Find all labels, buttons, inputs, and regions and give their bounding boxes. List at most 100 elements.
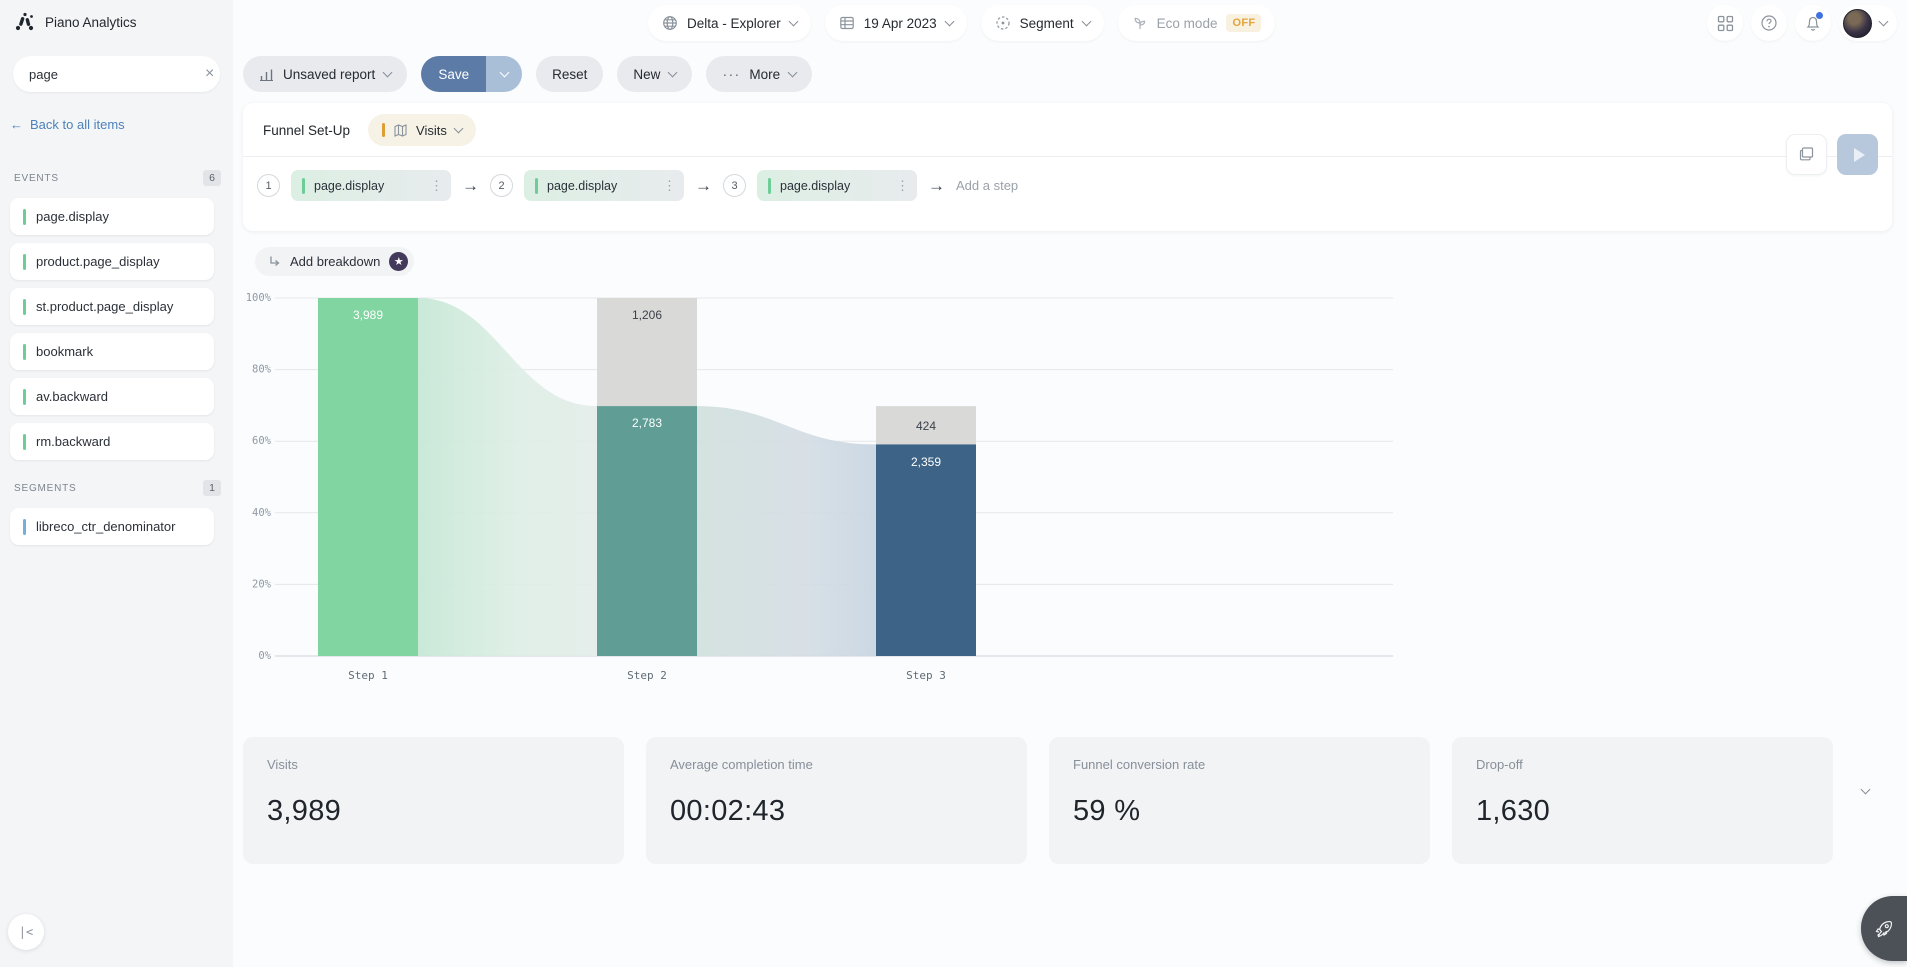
target-icon (995, 15, 1011, 31)
user-menu[interactable] (1839, 5, 1897, 41)
x-axis-labels: Step 1 Step 2 Step 3 (348, 669, 946, 682)
sidebar-event-item[interactable]: av.backward (10, 378, 214, 415)
y-tick: 20% (252, 578, 272, 590)
event-label: av.backward (36, 389, 109, 404)
segment-selector[interactable]: Segment (980, 5, 1104, 41)
kpi-expand-chevron-icon[interactable] (1860, 784, 1871, 795)
kpi-label: Funnel conversion rate (1073, 757, 1206, 772)
sidebar-segment-item[interactable]: libreco_ctr_denominator (10, 508, 214, 545)
app-logo-row: Piano Analytics (14, 11, 137, 33)
ellipsis-icon: ··· (722, 65, 741, 83)
report-toolbar: Unsaved report Save Reset New ··· More (243, 56, 813, 92)
arrow-right-icon: → (695, 175, 712, 195)
header-context-pills: Delta - Explorer 19 Apr 2023 Segment Eco… (648, 5, 1276, 41)
clear-search-icon[interactable]: × (205, 66, 214, 82)
site-selector-label: Delta - Explorer (687, 15, 781, 31)
sidebar-event-item[interactable]: rm.backward (10, 423, 214, 460)
whats-new-rocket-button[interactable] (1861, 896, 1907, 961)
kpi-label: Average completion time (670, 757, 813, 772)
back-to-all-items-link[interactable]: ← Back to all items (10, 117, 125, 132)
kebab-menu-icon[interactable]: ⋮ (663, 178, 676, 194)
apps-grid-button[interactable] (1707, 5, 1743, 41)
arrow-right-icon: → (462, 175, 479, 195)
eco-mode-toggle[interactable]: Eco mode OFF (1117, 5, 1276, 41)
kpi-card-conversion-rate: Funnel conversion rate 59 % (1049, 737, 1430, 864)
collapse-sidebar-button[interactable]: |< (8, 914, 44, 950)
step3-dropoff-label: 424 (916, 419, 936, 433)
eco-mode-state-badge: OFF (1226, 14, 1262, 32)
step-number: 1 (257, 174, 280, 197)
event-color-bar (23, 343, 26, 360)
metric-selector[interactable]: Visits (368, 114, 476, 146)
y-axis-labels: 100% 80% 60% 40% 20% 0% (246, 292, 272, 662)
reset-label: Reset (552, 66, 588, 82)
kebab-menu-icon[interactable]: ⋮ (896, 178, 909, 194)
chevron-down-icon (944, 16, 955, 26)
save-button[interactable]: Save (421, 56, 487, 92)
event-color-bar (23, 298, 26, 315)
segments-count-badge: 1 (203, 480, 221, 496)
step1-bar[interactable] (318, 298, 418, 656)
search-input[interactable] (29, 66, 205, 82)
step2-bar[interactable] (597, 406, 697, 656)
branch-arrow-icon (268, 255, 281, 268)
step-event-label: page.display (780, 178, 851, 193)
back-arrow-icon: ← (10, 117, 23, 132)
save-options-button[interactable] (486, 56, 523, 92)
date-selector[interactable]: 19 Apr 2023 (824, 5, 967, 41)
app-title: Piano Analytics (45, 14, 137, 30)
funnel-step-3[interactable]: page.display ⋮ (757, 170, 917, 201)
new-button[interactable]: New (617, 56, 693, 92)
notification-dot (1816, 12, 1823, 19)
kpi-label: Drop-off (1476, 757, 1523, 772)
event-label: bookmark (36, 344, 94, 359)
date-selector-label: 19 Apr 2023 (863, 15, 937, 31)
funnel-step-2[interactable]: page.display ⋮ (524, 170, 684, 201)
sidebar-event-item[interactable]: bookmark (10, 333, 214, 370)
event-label: page.display (36, 209, 109, 224)
duplicate-button[interactable] (1786, 134, 1827, 175)
reset-button[interactable]: Reset (536, 56, 604, 92)
piano-analytics-logo-icon (14, 11, 36, 33)
y-tick: 40% (252, 507, 272, 519)
kebab-menu-icon[interactable]: ⋮ (430, 178, 443, 194)
notifications-button[interactable] (1795, 5, 1831, 41)
arrow-right-icon: → (928, 175, 945, 195)
funnel-chart: 100% 80% 60% 40% 20% 0% 3,989 1,206 2,78… (243, 290, 1423, 695)
funnel-flow-1 (418, 298, 597, 656)
run-funnel-button[interactable] (1837, 134, 1878, 175)
step3-bar[interactable] (876, 444, 976, 656)
y-tick: 80% (252, 364, 272, 376)
header-icon-group (1707, 5, 1897, 41)
funnel-step-1[interactable]: page.display ⋮ (291, 170, 451, 201)
kpi-label: Visits (267, 757, 298, 772)
add-breakdown-button[interactable]: Add breakdown ★ (255, 247, 415, 276)
step2-dropoff-label: 1,206 (632, 308, 662, 322)
event-color-bar (23, 253, 26, 270)
step-event-label: page.display (314, 178, 385, 193)
event-color-bar (23, 388, 26, 405)
step-event-label: page.display (547, 178, 618, 193)
kpi-value: 3,989 (267, 795, 342, 827)
plant-icon (1132, 15, 1148, 31)
step-number: 3 (723, 174, 746, 197)
step-color-bar (302, 177, 305, 194)
report-name-menu[interactable]: Unsaved report (243, 56, 408, 92)
events-section-header: EVENTS 6 (14, 170, 221, 186)
more-button[interactable]: ··· More (706, 56, 813, 92)
sidebar-event-item[interactable]: page.display (10, 198, 214, 235)
kpi-card-visits: Visits 3,989 (243, 737, 624, 864)
sidebar-event-item[interactable]: product.page_display (10, 243, 214, 280)
sidebar-event-item[interactable]: st.product.page_display (10, 288, 214, 325)
chevron-down-icon (1878, 16, 1889, 26)
help-button[interactable] (1751, 5, 1787, 41)
site-selector[interactable]: Delta - Explorer (648, 5, 811, 41)
event-label: product.page_display (36, 254, 160, 269)
segment-color-bar (23, 518, 26, 535)
add-step-button[interactable]: Add a step (956, 178, 1018, 193)
report-name-label: Unsaved report (283, 66, 376, 82)
star-badge-icon: ★ (389, 252, 409, 271)
step1-axis-label: Step 1 (348, 669, 388, 682)
y-tick: 0% (258, 650, 271, 662)
sidebar-search[interactable]: × (13, 56, 220, 92)
